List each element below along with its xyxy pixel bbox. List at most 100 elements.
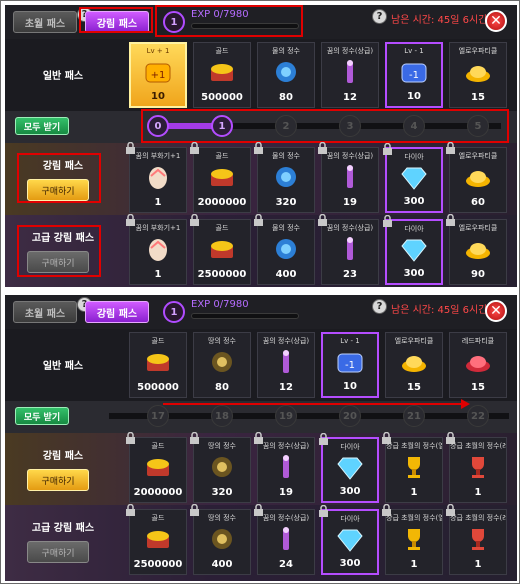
buy-advent-pass-button[interactable]: 구매하기 bbox=[27, 179, 89, 201]
reward-name: 엘로우파티클 bbox=[458, 152, 498, 160]
reward-cell[interactable]: 꿈의 부화기+1 1 bbox=[126, 214, 187, 285]
buy-premium-advent-pass-button[interactable]: 구매하기 bbox=[27, 541, 89, 563]
reward-amount: 300 bbox=[403, 196, 425, 207]
reward-cell[interactable]: 상급 초월의 정수(레드) 1 bbox=[446, 432, 507, 503]
reward-name: 다이아 bbox=[404, 225, 424, 233]
reward-cell[interactable]: 물의 정수 400 bbox=[254, 214, 315, 285]
receive-all-button[interactable]: 모두 받기 bbox=[15, 117, 69, 135]
reward-amount: 1 bbox=[154, 197, 162, 208]
reward-amount: 23 bbox=[343, 269, 357, 280]
reward-cell[interactable]: 꿈의 부화기+1 1 bbox=[126, 142, 187, 213]
reward-cell[interactable]: 땅의 정수 80 bbox=[193, 332, 251, 398]
reward-cell[interactable]: 골드 500000 bbox=[129, 332, 187, 398]
tab-advent-pass[interactable]: 강림 패스 bbox=[85, 301, 149, 323]
reward-cell[interactable]: Lv - 1 -1 10 bbox=[385, 42, 443, 108]
help-icon[interactable]: ? bbox=[372, 9, 387, 24]
reward-cell[interactable]: 물의 정수 80 bbox=[257, 42, 315, 108]
reward-amount: 1 bbox=[474, 559, 482, 570]
reward-cell[interactable]: 다이아 300 bbox=[319, 433, 379, 503]
tab-transcend-pass[interactable]: 초월 패스 bbox=[13, 301, 77, 323]
premium-advent-pass-row: 고급 강림 패스 구매하기 꿈의 부화기+1 1 골드 2500000 물의 정… bbox=[5, 214, 517, 287]
reward-cell[interactable]: 꿈의 정수(상급) 19 bbox=[254, 432, 315, 503]
reward-cell[interactable]: 골드 2000000 bbox=[190, 142, 251, 213]
reward-cell[interactable]: 다이아 300 bbox=[383, 143, 443, 213]
close-icon[interactable]: ✕ bbox=[485, 10, 507, 32]
reward-cell[interactable]: 꿈의 정수(상급) 23 bbox=[318, 214, 379, 285]
general-pass-row: 일반 패스 Lv + 1 +1 10 골드 500000 물의 정수 80 꿈의… bbox=[5, 39, 517, 111]
reward-cell[interactable]: 엘로우파티클 15 bbox=[449, 42, 507, 108]
reward-cell[interactable]: Lv - 1 -1 10 bbox=[321, 332, 379, 398]
reward-cell[interactable]: 상급 초월의 정수(옐로) 1 bbox=[382, 432, 443, 503]
close-icon[interactable]: ✕ bbox=[485, 300, 507, 322]
reward-amount: 320 bbox=[211, 487, 233, 498]
reward-name: 엘로우파티클 bbox=[394, 337, 434, 345]
reward-cell[interactable]: Lv + 1 +1 10 bbox=[129, 42, 187, 108]
level-node: 20 bbox=[339, 405, 361, 427]
pass-level-badge: 1 bbox=[163, 11, 185, 33]
level-track-row: 모두 받기 17 18 19 20 21 22 bbox=[5, 399, 517, 431]
reward-amount: 400 bbox=[275, 269, 297, 280]
reward-cell[interactable]: 상급 초월의 정수(레드) 1 bbox=[446, 504, 507, 575]
reward-cell[interactable]: 골드 2500000 bbox=[190, 214, 251, 285]
reward-cell[interactable]: 엘로우파티클 15 bbox=[385, 332, 443, 398]
reward-cell[interactable]: 상급 초월의 정수(옐로) 1 bbox=[382, 504, 443, 575]
reward-amount: 2000000 bbox=[197, 197, 247, 208]
help-icon[interactable]: ? bbox=[372, 299, 387, 314]
reward-cell[interactable]: 땅의 정수 400 bbox=[190, 504, 251, 575]
reward-cell[interactable]: 꿈의 정수(상급) 12 bbox=[257, 332, 315, 398]
exp-bar bbox=[191, 23, 299, 29]
reward-name: 다이아 bbox=[340, 515, 360, 523]
remaining-time: 남은 시간: 45일 6시간 bbox=[391, 15, 488, 26]
gold-icon bbox=[211, 241, 233, 258]
reward-cell[interactable]: 골드 2000000 bbox=[126, 432, 187, 503]
reward-cell[interactable]: 골드 2500000 bbox=[126, 504, 187, 575]
reward-name: 다이아 bbox=[404, 153, 424, 161]
pass-panel-top: 초월 패스 ? 강림 패스 1 EXP 0/7980 ? 남은 시간: 45일 … bbox=[5, 5, 517, 287]
reward-name: 땅의 정수 bbox=[208, 442, 236, 450]
reward-amount: 1 bbox=[474, 487, 482, 498]
reward-cell[interactable]: 엘로우파티클 60 bbox=[446, 142, 507, 213]
buy-premium-advent-pass-button[interactable]: 구매하기 bbox=[27, 251, 89, 273]
buy-advent-pass-button[interactable]: 구매하기 bbox=[27, 469, 89, 491]
screenshot-canvas: 초월 패스 ? 강림 패스 1 EXP 0/7980 ? 남은 시간: 45일 … bbox=[0, 0, 520, 584]
reward-cell[interactable]: 엘로우파티클 90 bbox=[446, 214, 507, 285]
reward-amount: 1 bbox=[410, 559, 418, 570]
reward-cell[interactable]: 꿈의 정수(상급) 12 bbox=[321, 42, 379, 108]
reward-name: 꿈의 정수(상급) bbox=[262, 442, 310, 450]
incubator-icon bbox=[149, 167, 167, 189]
dream-essence-icon bbox=[347, 60, 353, 83]
reward-cell[interactable]: 물의 정수 320 bbox=[254, 142, 315, 213]
reward-name: 골드 bbox=[151, 442, 165, 450]
reward-amount: 80 bbox=[279, 92, 293, 103]
reward-cell[interactable]: 다이아 300 bbox=[319, 505, 379, 575]
reward-amount: 19 bbox=[343, 197, 357, 208]
pass-header: 초월 패스 ? 강림 패스 1 EXP 0/7980 ? 남은 시간: 45일 … bbox=[5, 295, 517, 329]
reward-amount: 10 bbox=[343, 381, 357, 392]
reward-cell[interactable]: 다이아 300 bbox=[383, 215, 443, 285]
reward-name: 골드 bbox=[151, 337, 165, 345]
reward-name: 레드파티클 bbox=[461, 337, 495, 345]
red-trophy-icon bbox=[472, 529, 484, 550]
earth-essence-icon bbox=[212, 529, 232, 549]
reward-amount: 12 bbox=[343, 92, 357, 103]
reward-amount: 80 bbox=[215, 382, 229, 393]
tab-transcend-pass[interactable]: 초월 패스 bbox=[13, 11, 77, 33]
scroll-arrow bbox=[163, 403, 463, 405]
yellow-particle-icon bbox=[466, 243, 490, 259]
reward-name: 물의 정수 bbox=[272, 224, 300, 232]
reward-name: 꿈의 부화기+1 bbox=[135, 224, 181, 232]
receive-all-button[interactable]: 모두 받기 bbox=[15, 407, 69, 425]
reward-cell[interactable]: 땅의 정수 320 bbox=[190, 432, 251, 503]
reward-cell[interactable]: 꿈의 정수(상급) 19 bbox=[318, 142, 379, 213]
dream-essence-icon bbox=[283, 455, 289, 478]
level-track-row: 모두 받기 0 1 2 3 4 5 bbox=[5, 111, 517, 141]
reward-name: Lv - 1 bbox=[404, 47, 424, 55]
reward-cell[interactable]: 꿈의 정수(상급) 24 bbox=[254, 504, 315, 575]
level-node: 1 bbox=[211, 115, 233, 137]
reward-name: Lv - 1 bbox=[340, 337, 360, 345]
reward-cell[interactable]: 레드파티클 15 bbox=[449, 332, 507, 398]
tab-advent-pass[interactable]: 강림 패스 bbox=[85, 11, 149, 33]
reward-cell[interactable]: 골드 500000 bbox=[193, 42, 251, 108]
level-node: 18 bbox=[211, 405, 233, 427]
remaining-time: 남은 시간: 45일 6시간 bbox=[391, 305, 488, 316]
